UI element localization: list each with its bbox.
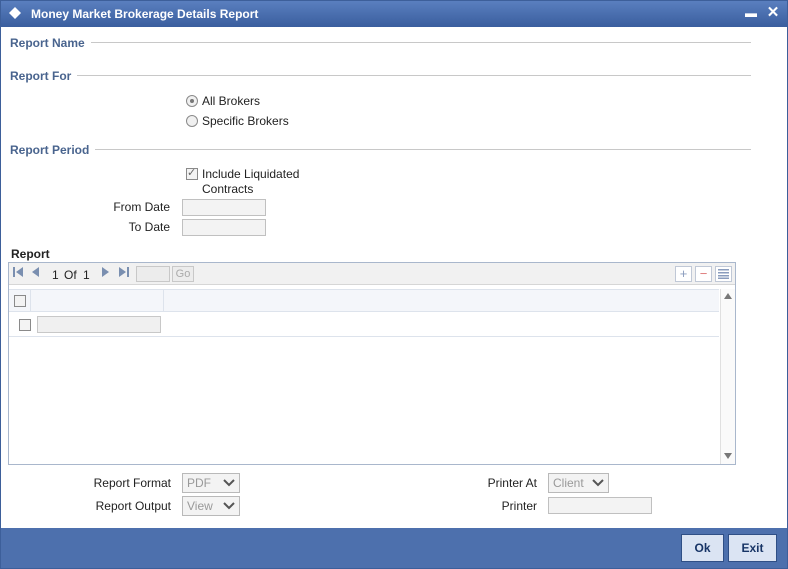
printer-label: Printer xyxy=(501,499,537,513)
report-grid-title: Report xyxy=(11,247,50,261)
column-separator xyxy=(30,290,31,312)
exit-button[interactable]: Exit xyxy=(728,534,777,562)
include-liquidated-line2: Contracts xyxy=(202,182,254,196)
printer-input[interactable] xyxy=(548,497,652,514)
grid-scrollbar[interactable] xyxy=(720,289,735,464)
report-format-value: PDF xyxy=(187,476,211,490)
title-bar: Money Market Brokerage Details Report ▬ … xyxy=(1,1,787,27)
grid-header-row xyxy=(9,289,719,312)
radio-specific-brokers[interactable]: Specific Brokers xyxy=(186,113,289,129)
grid-toolbar: 1 Of 1 Go + − xyxy=(9,263,735,285)
page-of-label: Of xyxy=(64,268,77,282)
report-output-select[interactable]: View xyxy=(182,496,240,516)
delete-row-button[interactable]: − xyxy=(695,266,712,282)
printer-at-select[interactable]: Client xyxy=(548,473,609,493)
next-page-icon[interactable] xyxy=(102,267,110,277)
scroll-up-icon[interactable] xyxy=(724,293,732,299)
report-grid: 1 Of 1 Go + − xyxy=(8,262,736,465)
chevron-down-icon xyxy=(223,479,235,487)
single-view-button[interactable] xyxy=(715,266,732,282)
last-page-icon[interactable] xyxy=(119,267,129,277)
from-date-input[interactable] xyxy=(182,199,266,216)
section-report-for: Report For xyxy=(10,69,78,83)
printer-at-value: Client xyxy=(553,476,584,490)
radio-label: All Brokers xyxy=(202,94,261,108)
close-button[interactable]: ✕ xyxy=(765,4,781,22)
table-row xyxy=(9,313,719,337)
footer-bar: Ok Exit xyxy=(1,528,787,568)
scroll-down-icon[interactable] xyxy=(724,453,732,459)
include-liquidated-label: Include Liquidated Contracts xyxy=(202,167,299,197)
radio-button[interactable] xyxy=(186,115,198,127)
report-output-value: View xyxy=(187,499,213,513)
include-liquidated-checkbox[interactable] xyxy=(186,166,198,180)
radio-label: Specific Brokers xyxy=(202,114,289,128)
diamond-icon xyxy=(9,7,21,19)
from-date-label: From Date xyxy=(113,200,170,214)
radio-button[interactable] xyxy=(186,95,198,107)
chevron-down-icon xyxy=(592,479,604,487)
current-page: 1 xyxy=(52,268,59,282)
ok-button[interactable]: Ok xyxy=(681,534,724,562)
first-page-icon[interactable] xyxy=(13,267,23,277)
row-cell-input[interactable] xyxy=(37,316,161,333)
divider xyxy=(10,149,751,150)
total-pages: 1 xyxy=(83,268,90,282)
chevron-down-icon xyxy=(223,502,235,510)
row-checkbox[interactable] xyxy=(19,319,31,331)
report-format-label: Report Format xyxy=(93,476,171,490)
window-title: Money Market Brokerage Details Report xyxy=(31,7,259,21)
select-all-checkbox[interactable] xyxy=(14,295,26,307)
minimize-button[interactable]: ▬ xyxy=(743,4,759,22)
list-icon xyxy=(718,269,729,279)
section-report-name: Report Name xyxy=(10,36,91,50)
divider xyxy=(10,75,751,76)
previous-page-icon[interactable] xyxy=(32,267,40,277)
divider xyxy=(10,42,751,43)
add-row-button[interactable]: + xyxy=(675,266,692,282)
go-button[interactable]: Go xyxy=(172,266,194,282)
column-separator xyxy=(163,290,164,312)
section-report-period: Report Period xyxy=(10,143,96,157)
include-liquidated-line1: Include Liquidated xyxy=(202,167,300,181)
page-number-input[interactable] xyxy=(136,266,170,282)
to-date-label: To Date xyxy=(128,220,170,234)
to-date-input[interactable] xyxy=(182,219,266,236)
report-window: Money Market Brokerage Details Report ▬ … xyxy=(0,0,788,569)
printer-at-label: Printer At xyxy=(487,476,537,490)
radio-all-brokers[interactable]: All Brokers xyxy=(186,93,260,109)
report-format-select[interactable]: PDF xyxy=(182,473,240,493)
report-output-label: Report Output xyxy=(95,499,171,513)
